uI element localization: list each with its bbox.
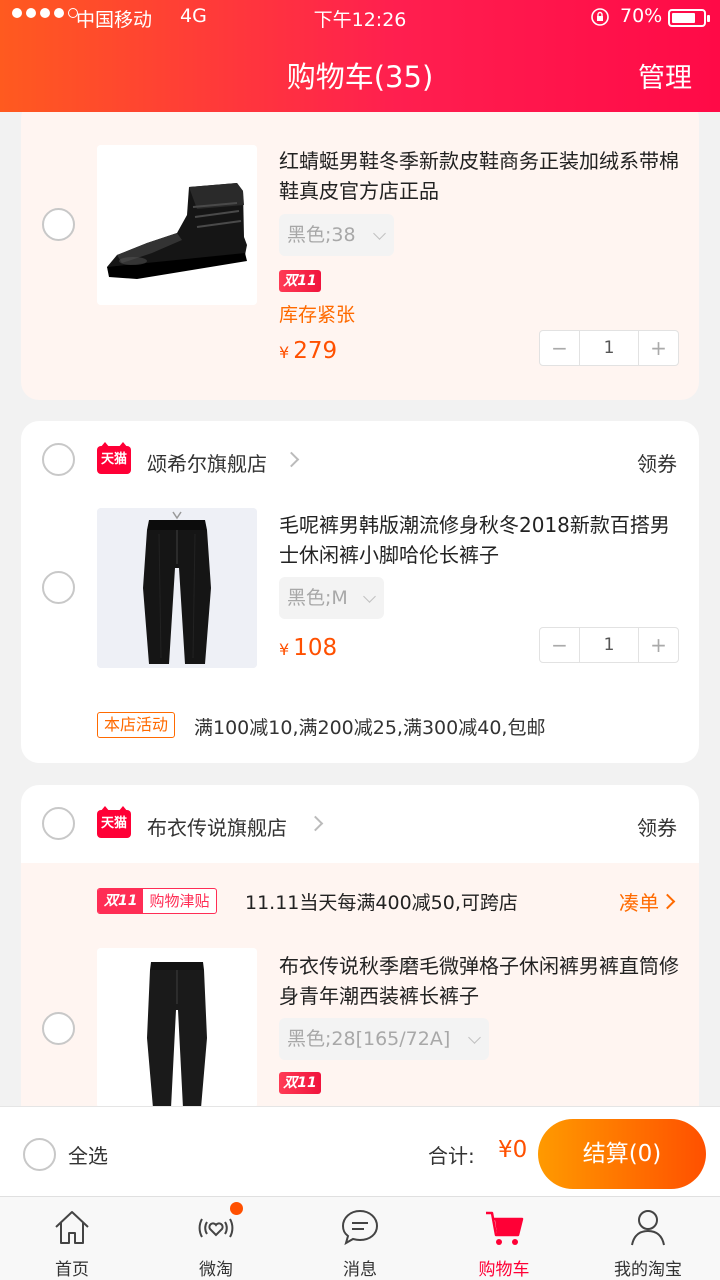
product-image[interactable] [97, 145, 257, 305]
quantity-value[interactable]: 1 [580, 628, 638, 662]
item-checkbox[interactable] [42, 208, 75, 241]
chevron-down-icon [363, 590, 376, 603]
home-icon [55, 1211, 89, 1244]
quantity-increase-button[interactable]: + [638, 628, 678, 662]
double11-tag: 双11 [98, 889, 144, 913]
status-bar: 中国移动 4G 下午12:26 70% [0, 0, 720, 36]
page-title: 购物车(35) [286, 60, 434, 94]
tab-label: 我的淘宝 [614, 1260, 682, 1280]
shop-name[interactable]: 颂希尔旗舰店 [147, 448, 267, 477]
shopping-subsidy-bar: 双11 购物津贴 11.11当天每满400减50,可跨店 凑单 [21, 863, 699, 941]
sku-selector[interactable]: 黑色;38 [279, 214, 394, 256]
notification-dot [230, 1202, 243, 1215]
tmall-logo: 天猫 [97, 442, 131, 474]
quantity-stepper: − 1 + [539, 627, 679, 663]
tab-home[interactable]: 首页 [0, 1197, 144, 1280]
app-header: 中国移动 4G 下午12:26 70% 购物车(35) 管理 [0, 0, 720, 112]
sku-label: 黑色;38 [287, 224, 356, 246]
double11-badge: 双11 [279, 1072, 321, 1094]
product-price: ¥279 [279, 338, 337, 364]
product-title[interactable]: 布衣传说秋季磨毛微弹格子休闲裤男裤直筒修身青年潮西装裤长裤子 [279, 951, 679, 1011]
price-value: 108 [293, 635, 338, 661]
currency-symbol: ¥ [279, 640, 290, 659]
battery-icon [668, 9, 710, 27]
price-value: 279 [293, 338, 338, 364]
product-price: ¥108 [279, 635, 337, 661]
sku-label: 黑色;M [287, 587, 348, 609]
sku-selector[interactable]: 黑色;28[165/72A] [279, 1018, 489, 1060]
currency-symbol: ¥ [279, 343, 290, 362]
chevron-right-icon[interactable] [659, 893, 676, 910]
chevron-right-icon [307, 815, 324, 832]
quantity-stepper: − 1 + [539, 330, 679, 366]
sku-selector[interactable]: 黑色;M [279, 577, 384, 619]
trousers-image [97, 948, 257, 1108]
tab-label: 首页 [55, 1260, 89, 1280]
shop-card: 天猫 布衣传说旗舰店 领券 双11 购物津贴 11.11当天每满400减50,可… [21, 785, 699, 1125]
tab-messages[interactable]: 消息 [288, 1197, 432, 1280]
quantity-decrease-button[interactable]: − [540, 331, 580, 365]
subsidy-tag: 双11 购物津贴 [97, 888, 217, 914]
product-title[interactable]: 红蜻蜓男鞋冬季新款皮鞋商务正装加绒系带棉鞋真皮官方店正品 [279, 146, 679, 206]
shoe-image [97, 145, 257, 305]
item-checkbox[interactable] [42, 1012, 75, 1045]
message-icon [341, 1209, 379, 1246]
checkout-bar: 全选 合计: ¥0 结算(0) [0, 1106, 720, 1196]
select-all-label[interactable]: 全选 [68, 1140, 108, 1169]
rotation-lock-icon [591, 8, 609, 26]
add-on-link[interactable]: 凑单 [619, 887, 659, 916]
store-promo-tag: 本店活动 [97, 712, 176, 738]
sku-label: 黑色;28[165/72A] [287, 1028, 451, 1050]
shop-card: 天猫 颂希尔旗舰店 领券 毛呢裤男韩版潮流修身秋冬2018新款百搭男士休闲裤小脚… [21, 421, 699, 763]
product-title[interactable]: 毛呢裤男韩版潮流修身秋冬2018新款百搭男士休闲裤小脚哈伦长裤子 [279, 510, 679, 570]
tmall-logo: 天猫 [97, 806, 131, 838]
chevron-down-icon [373, 227, 386, 240]
quantity-increase-button[interactable]: + [638, 331, 678, 365]
total-amount: ¥0 [498, 1137, 528, 1163]
tab-label: 微淘 [199, 1260, 233, 1280]
chevron-right-icon [283, 451, 300, 468]
cart-item: 布衣传说秋季磨毛微弹格子休闲裤男裤直筒修身青年潮西装裤长裤子 黑色;28[165… [21, 941, 699, 1125]
cart-icon [486, 1211, 524, 1245]
total-label: 合计: [428, 1144, 475, 1168]
quantity-decrease-button[interactable]: − [540, 628, 580, 662]
product-image[interactable] [97, 948, 257, 1108]
quantity-value[interactable]: 1 [580, 331, 638, 365]
tab-label: 购物车 [478, 1260, 530, 1280]
cart-item-card: 红蜻蜓男鞋冬季新款皮鞋商务正装加绒系带棉鞋真皮官方店正品 黑色;38 双11 库… [21, 100, 699, 400]
clock: 下午12:26 [313, 9, 407, 31]
manage-button[interactable]: 管理 [638, 56, 692, 95]
chevron-down-icon [468, 1031, 481, 1044]
pants-image [97, 508, 257, 668]
checkout-button[interactable]: 结算(0) [538, 1119, 706, 1189]
product-image[interactable] [97, 508, 257, 668]
subsidy-text: 11.11当天每满400减50,可跨店 [245, 892, 518, 914]
select-all-checkbox[interactable] [23, 1138, 56, 1171]
tab-cart[interactable]: 购物车 [432, 1197, 576, 1280]
coupon-button[interactable]: 领券 [637, 448, 677, 477]
subsidy-label: 购物津贴 [149, 892, 210, 910]
item-checkbox[interactable] [42, 571, 75, 604]
tab-label: 消息 [343, 1260, 377, 1280]
double11-badge: 双11 [279, 270, 321, 292]
store-promo-text: 满100减10,满200减25,满300减40,包邮 [194, 717, 546, 739]
bottom-tab-bar: 首页 微淘 消息 购物车 我的淘宝 [0, 1196, 720, 1280]
shop-name[interactable]: 布衣传说旗舰店 [147, 812, 287, 841]
shop-checkbox[interactable] [42, 443, 75, 476]
battery-percent: 70% [620, 5, 663, 27]
coupon-button[interactable]: 领券 [637, 812, 677, 841]
tab-wetao[interactable]: 微淘 [144, 1197, 288, 1280]
tab-my-taobao[interactable]: 我的淘宝 [576, 1197, 720, 1280]
shop-checkbox[interactable] [42, 807, 75, 840]
stock-warning: 库存紧张 [279, 304, 356, 326]
profile-icon [631, 1210, 665, 1246]
